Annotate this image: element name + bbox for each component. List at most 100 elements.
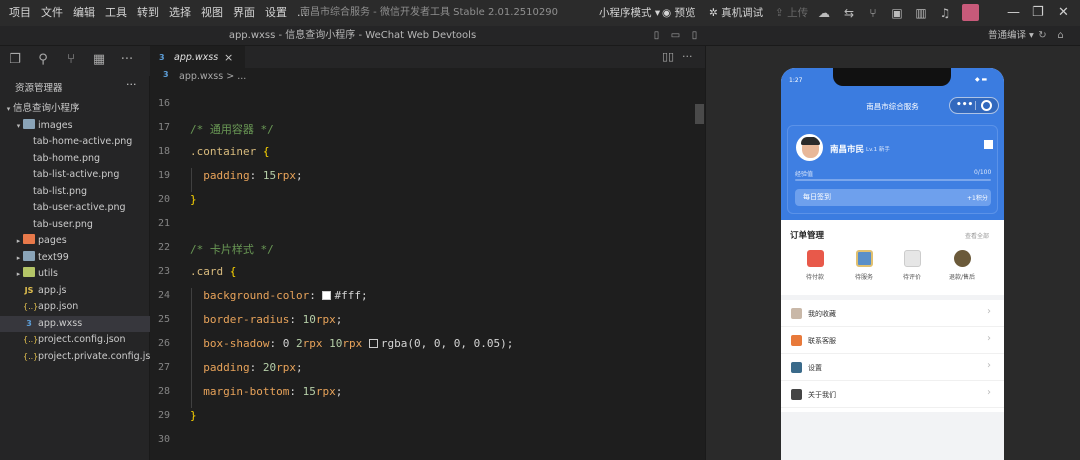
menu-select[interactable]: 选择 [164, 0, 196, 26]
more-icon[interactable]: ··· [119, 52, 135, 68]
menu-item-about[interactable]: 关于我们 › [781, 381, 1004, 408]
menu-file[interactable]: 文件 [36, 0, 68, 26]
menu-capsule[interactable]: ••• [949, 97, 999, 114]
tree-file[interactable]: tab-user.png [0, 217, 150, 234]
explorer-icon[interactable]: ❐ [7, 52, 23, 68]
editor-scrollbar[interactable] [695, 104, 704, 124]
toggle-panel-icon[interactable]: ▭ [669, 29, 682, 42]
menu-interface[interactable]: 界面 [228, 0, 260, 26]
toggle-simulator-icon[interactable]: ▯ [688, 29, 701, 42]
user-card: 南昌市民 Lv.1 新手 经验值 0/100 每日签到 +1积分 [787, 125, 998, 214]
user-name: 南昌市民 [830, 145, 865, 155]
search-icon[interactable]: ⚲ [35, 52, 51, 68]
switch-icon[interactable]: ⇆ [842, 6, 856, 20]
upload-button[interactable]: ⇪ 上传 [775, 0, 808, 26]
menu-settings[interactable]: 设置 [260, 0, 292, 26]
color-swatch[interactable] [322, 291, 332, 300]
folder-icon [23, 250, 35, 261]
code-line: margin-bottom: 15rpx; [203, 385, 343, 398]
maximize-icon[interactable]: ❐ [1032, 0, 1044, 26]
tree-label: project.config.json [38, 334, 126, 345]
line-number: 29 [157, 410, 170, 421]
avatar[interactable] [796, 134, 823, 161]
layout-icon[interactable]: ▥ [914, 6, 928, 20]
editor-more-icon[interactable]: ··· [682, 50, 693, 63]
capsule-close-icon[interactable] [981, 100, 992, 111]
tab-app-wxss[interactable]: 3 app.wxss × [150, 46, 245, 68]
tree-folder[interactable]: ▸ pages [0, 233, 150, 250]
branch-icon[interactable]: ⑂ [866, 6, 880, 20]
tree-file[interactable]: tab-list.png [0, 184, 150, 201]
code-editor[interactable]: 16 17 18 19 20 21 22 23 24 25 26 27 28 29 30 /* 通用容器 *… [150, 86, 705, 460]
toggle-sidebar-icon[interactable]: ▯ [650, 29, 663, 42]
tree-file[interactable]: {..}project.private.config.js... [0, 349, 159, 366]
close-icon[interactable]: ✕ [1058, 0, 1069, 26]
bell-icon[interactable]: ♫ [938, 6, 952, 20]
menu-tools[interactable]: 工具 [100, 0, 132, 26]
tree-root[interactable]: ▾ 信息查询小程序 [0, 101, 150, 118]
order-pending-service[interactable]: 待服务 [839, 250, 889, 281]
split-editor-icon[interactable]: ▯▯ [662, 50, 674, 63]
minimize-icon[interactable]: — [1007, 0, 1020, 26]
tree-folder[interactable]: ▸ utils [0, 266, 150, 283]
menu-goto[interactable]: 转到 [132, 0, 164, 26]
mode-dropdown[interactable]: 小程序模式 ▾ [599, 0, 660, 26]
capsule-more-icon[interactable]: ••• [956, 99, 973, 112]
chevron-right-icon[interactable]: ▸ [14, 233, 23, 250]
tab-close-icon[interactable]: × [224, 47, 233, 69]
capsule-divider [975, 101, 976, 110]
explorer-title: 资源管理器 [15, 83, 63, 94]
chevron-down-icon[interactable]: ▾ [14, 118, 23, 135]
explorer-more-button[interactable]: ··· [126, 78, 137, 91]
menu-item-support[interactable]: 联系客服 › [781, 327, 1004, 354]
real-debug-button[interactable]: ✲ 真机调试 [709, 0, 763, 26]
tree-file[interactable]: tab-home-active.png [0, 134, 150, 151]
refresh-icon[interactable]: ↻ [1036, 29, 1049, 42]
preview-button[interactable]: ◉ 预览 [662, 0, 696, 26]
edit-icon[interactable] [984, 140, 993, 149]
color-swatch[interactable] [368, 339, 378, 348]
tree-label: app.js [38, 284, 67, 296]
cloud-icon[interactable]: ☁ [817, 6, 831, 20]
tree-file[interactable]: {..}app.json [0, 299, 150, 316]
signin-button[interactable]: 每日签到 +1积分 [795, 189, 991, 206]
order-pending-review[interactable]: 待评价 [887, 250, 937, 281]
breadcrumb-path[interactable]: app.wxss > ... [179, 71, 246, 82]
tree-file[interactable]: tab-home.png [0, 151, 150, 168]
order-refund[interactable]: 退款/售后 [937, 250, 987, 281]
tree-label: pages [38, 235, 67, 246]
menu-item-favorites[interactable]: 我的收藏 › [781, 300, 1004, 327]
extensions-icon[interactable]: ▦ [91, 52, 107, 68]
menu-item-settings[interactable]: 设置 › [781, 354, 1004, 381]
clear-cache-icon[interactable]: ⌂ [1054, 29, 1067, 42]
window-title: app.wxss - 信息查询小程序 - WeChat Web Devtools [228, 30, 477, 41]
line-number: 23 [157, 266, 170, 277]
tree-label: tab-list.png [33, 185, 88, 197]
menu-view[interactable]: 视图 [196, 0, 228, 26]
folder-icon [23, 267, 35, 277]
line-number: 16 [157, 98, 170, 109]
phone-simulator[interactable]: 1:27 ◆ ▬ 南昌市综合服务 ••• 南昌市民 Lv.1 新手 经验值 0/… [781, 68, 1004, 460]
chevron-right-icon: › [987, 306, 991, 317]
tree-file[interactable]: tab-list-active.png [0, 167, 150, 184]
menu-project[interactable]: 项目 [0, 0, 36, 26]
details-icon[interactable]: ▣ [890, 6, 904, 20]
tree-file[interactable]: tab-user-active.png [0, 200, 150, 217]
json-file-icon: {..} [23, 302, 39, 311]
chevron-down-icon[interactable]: ▾ [4, 101, 13, 118]
tree-folder[interactable]: ▸ text99 [0, 250, 150, 267]
menu-edit[interactable]: 编辑 [68, 0, 100, 26]
tree-file[interactable]: 3 app.wxss [0, 315, 150, 332]
app-title: 南昌市综合服务 - 微信开发者工具 Stable 2.01.2510290 [300, 7, 558, 18]
chevron-right-icon[interactable]: ▸ [14, 250, 23, 267]
user-avatar[interactable] [962, 4, 979, 21]
chevron-right-icon[interactable]: ▸ [14, 266, 23, 283]
tree-folder[interactable]: ▾ images [0, 118, 150, 135]
compile-mode-dropdown[interactable]: 普通编译 ▾ [988, 26, 1034, 46]
order-pending-payment[interactable]: 待付款 [790, 250, 840, 281]
order-view-all-link[interactable]: 查看全部 [965, 231, 989, 240]
tree-file[interactable]: JS app.js [0, 283, 150, 300]
tree-label: tab-list-active.png [33, 169, 120, 180]
tree-file[interactable]: {..}project.config.json [0, 332, 150, 349]
source-control-icon[interactable]: ⑂ [63, 52, 79, 68]
